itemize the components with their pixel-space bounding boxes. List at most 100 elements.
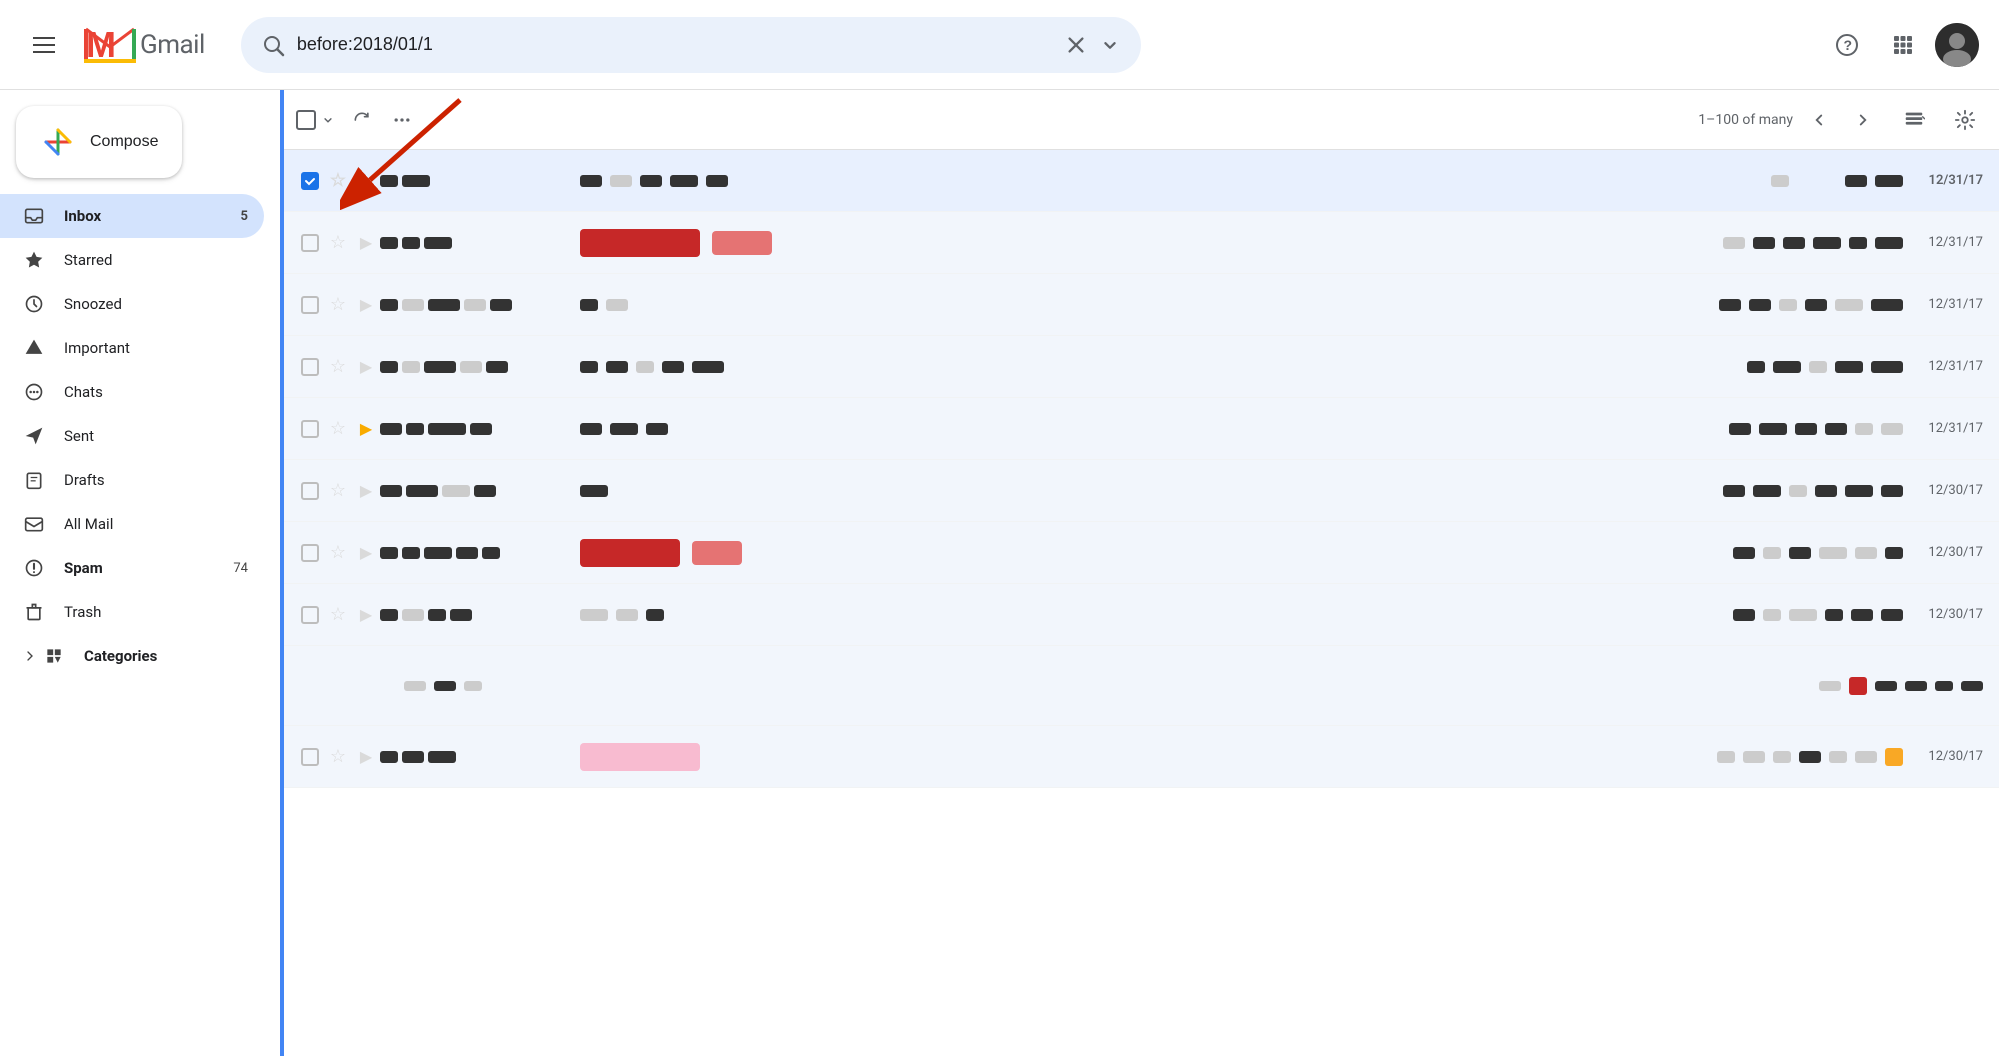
row-important-0[interactable]: ▶ bbox=[352, 171, 380, 190]
row-sender-1 bbox=[380, 237, 580, 249]
row-important-7[interactable]: ▶ bbox=[352, 605, 380, 624]
row-checkbox-5[interactable] bbox=[296, 482, 324, 500]
row-important-4[interactable]: ▶ bbox=[352, 419, 380, 438]
density-button[interactable] bbox=[1889, 102, 1939, 138]
email-row[interactable] bbox=[280, 646, 1999, 726]
row-checkbox-1[interactable] bbox=[296, 234, 324, 252]
row-star-4[interactable]: ☆ bbox=[324, 418, 352, 439]
next-page-button[interactable] bbox=[1845, 102, 1881, 138]
row-date-0: 12/31/17 bbox=[1903, 173, 1983, 188]
row-star-5[interactable]: ☆ bbox=[324, 480, 352, 501]
sidebar-item-label-snoozed: Snoozed bbox=[64, 295, 248, 313]
select-all-checkbox[interactable] bbox=[296, 110, 316, 130]
row-important-9[interactable]: ▶ bbox=[352, 747, 380, 766]
row-sender-7 bbox=[380, 609, 580, 621]
sidebar-item-label-categories: Categories bbox=[84, 647, 248, 665]
search-input[interactable] bbox=[297, 34, 1053, 55]
row-important-6[interactable]: ▶ bbox=[352, 543, 380, 562]
sidebar-item-important[interactable]: Important bbox=[0, 326, 264, 370]
select-dropdown-button[interactable] bbox=[316, 102, 340, 138]
row-star-6[interactable]: ☆ bbox=[324, 542, 352, 563]
select-all-area[interactable] bbox=[296, 102, 340, 138]
sidebar-item-inbox[interactable]: Inbox 5 bbox=[0, 194, 264, 238]
email-row[interactable]: ☆ ▶ 12/30/17 bbox=[280, 460, 1999, 522]
row-content-4 bbox=[580, 423, 1903, 435]
sidebar-item-snoozed[interactable]: Snoozed bbox=[0, 282, 264, 326]
content-area: 1–100 of many bbox=[280, 90, 1999, 966]
row-sender-4 bbox=[380, 423, 580, 435]
sidebar-item-spam[interactable]: Spam 74 bbox=[0, 546, 264, 590]
row-content-6 bbox=[580, 539, 1903, 567]
avatar[interactable] bbox=[1935, 23, 1979, 67]
email-row[interactable]: ☆ ▶ 12/31/17 bbox=[280, 212, 1999, 274]
apps-button[interactable] bbox=[1879, 21, 1927, 69]
email-row[interactable]: ☆ ▶ 12/30/17 bbox=[280, 726, 1999, 788]
row-important-2[interactable]: ▶ bbox=[352, 295, 380, 314]
sidebar: Compose Inbox 5 Starred Snoozed bbox=[0, 90, 280, 966]
row-important-1[interactable]: ▶ bbox=[352, 233, 380, 252]
row-star-3[interactable]: ☆ bbox=[324, 356, 352, 377]
row-important-5[interactable]: ▶ bbox=[352, 481, 380, 500]
row-star-7[interactable]: ☆ bbox=[324, 604, 352, 625]
row-star-2[interactable]: ☆ bbox=[324, 294, 352, 315]
row-checkbox-6[interactable] bbox=[296, 544, 324, 562]
row-date-3: 12/31/17 bbox=[1903, 359, 1983, 374]
row-sender-9 bbox=[380, 751, 580, 763]
email-row[interactable]: ☆ ▶ bbox=[280, 336, 1999, 398]
row-checkbox-4[interactable] bbox=[296, 420, 324, 438]
compose-button[interactable]: Compose bbox=[16, 106, 182, 178]
row-important-3[interactable]: ▶ bbox=[352, 357, 380, 376]
app-header: M Gmail ? bbox=[0, 0, 1999, 90]
row-content-0 bbox=[580, 175, 1903, 187]
search-icon bbox=[261, 33, 285, 57]
row-checkbox-0[interactable] bbox=[296, 172, 324, 190]
important-icon bbox=[22, 338, 46, 358]
email-row[interactable]: ☆ ▶ bbox=[280, 398, 1999, 460]
allmail-icon bbox=[22, 514, 46, 534]
row-star-9[interactable]: ☆ bbox=[324, 746, 352, 767]
sidebar-item-chats[interactable]: Chats bbox=[0, 370, 264, 414]
row-star-0[interactable]: ☆ bbox=[324, 170, 352, 191]
row-checkbox-2[interactable] bbox=[296, 296, 324, 314]
email-row[interactable]: ☆ ▶ bbox=[280, 522, 1999, 584]
sidebar-item-starred[interactable]: Starred bbox=[0, 238, 264, 282]
email-row[interactable]: ☆ ▶ bbox=[280, 274, 1999, 336]
header-right: ? bbox=[1823, 21, 1979, 69]
sidebar-item-allmail[interactable]: All Mail bbox=[0, 502, 264, 546]
row-date-9: 12/30/17 bbox=[1903, 749, 1983, 764]
email-row[interactable]: ☆ ▶ bbox=[280, 584, 1999, 646]
search-options-button[interactable] bbox=[1099, 34, 1121, 56]
settings-button[interactable] bbox=[1947, 102, 1983, 138]
search-bar bbox=[241, 17, 1141, 73]
row-content-3 bbox=[580, 361, 1903, 373]
row-content-2 bbox=[580, 299, 1903, 311]
trash-icon bbox=[22, 602, 46, 622]
sidebar-item-trash[interactable]: Trash bbox=[0, 590, 264, 634]
sidebar-item-label-inbox: Inbox bbox=[64, 207, 223, 225]
svg-text:?: ? bbox=[1844, 37, 1853, 53]
sidebar-item-categories[interactable]: Categories bbox=[0, 634, 264, 678]
help-button[interactable]: ? bbox=[1823, 21, 1871, 69]
gmail-logo-icon: M bbox=[84, 25, 136, 65]
row-checkbox-9[interactable] bbox=[296, 748, 324, 766]
main-layout: Compose Inbox 5 Starred Snoozed bbox=[0, 90, 1999, 966]
compose-label: Compose bbox=[90, 133, 158, 151]
row-checkbox-3[interactable] bbox=[296, 358, 324, 376]
sidebar-item-sent[interactable]: Sent bbox=[0, 414, 264, 458]
prev-page-button[interactable] bbox=[1801, 102, 1837, 138]
drafts-icon bbox=[22, 470, 46, 490]
sidebar-item-label-drafts: Drafts bbox=[64, 471, 248, 489]
menu-button[interactable] bbox=[20, 21, 68, 69]
toolbar-left bbox=[296, 102, 420, 138]
row-checkbox-7[interactable] bbox=[296, 606, 324, 624]
sidebar-item-label-important: Important bbox=[64, 339, 248, 357]
svg-text:M: M bbox=[86, 25, 116, 65]
search-clear-button[interactable] bbox=[1065, 34, 1087, 56]
toolbar-right: 1–100 of many bbox=[1698, 102, 1983, 138]
row-star-1[interactable]: ☆ bbox=[324, 232, 352, 253]
refresh-button[interactable] bbox=[344, 102, 380, 138]
sidebar-item-drafts[interactable]: Drafts bbox=[0, 458, 264, 502]
more-options-button[interactable] bbox=[384, 102, 420, 138]
email-row[interactable]: ☆ ▶ 12/31/17 bbox=[280, 150, 1999, 212]
row-content-5 bbox=[580, 485, 1903, 497]
